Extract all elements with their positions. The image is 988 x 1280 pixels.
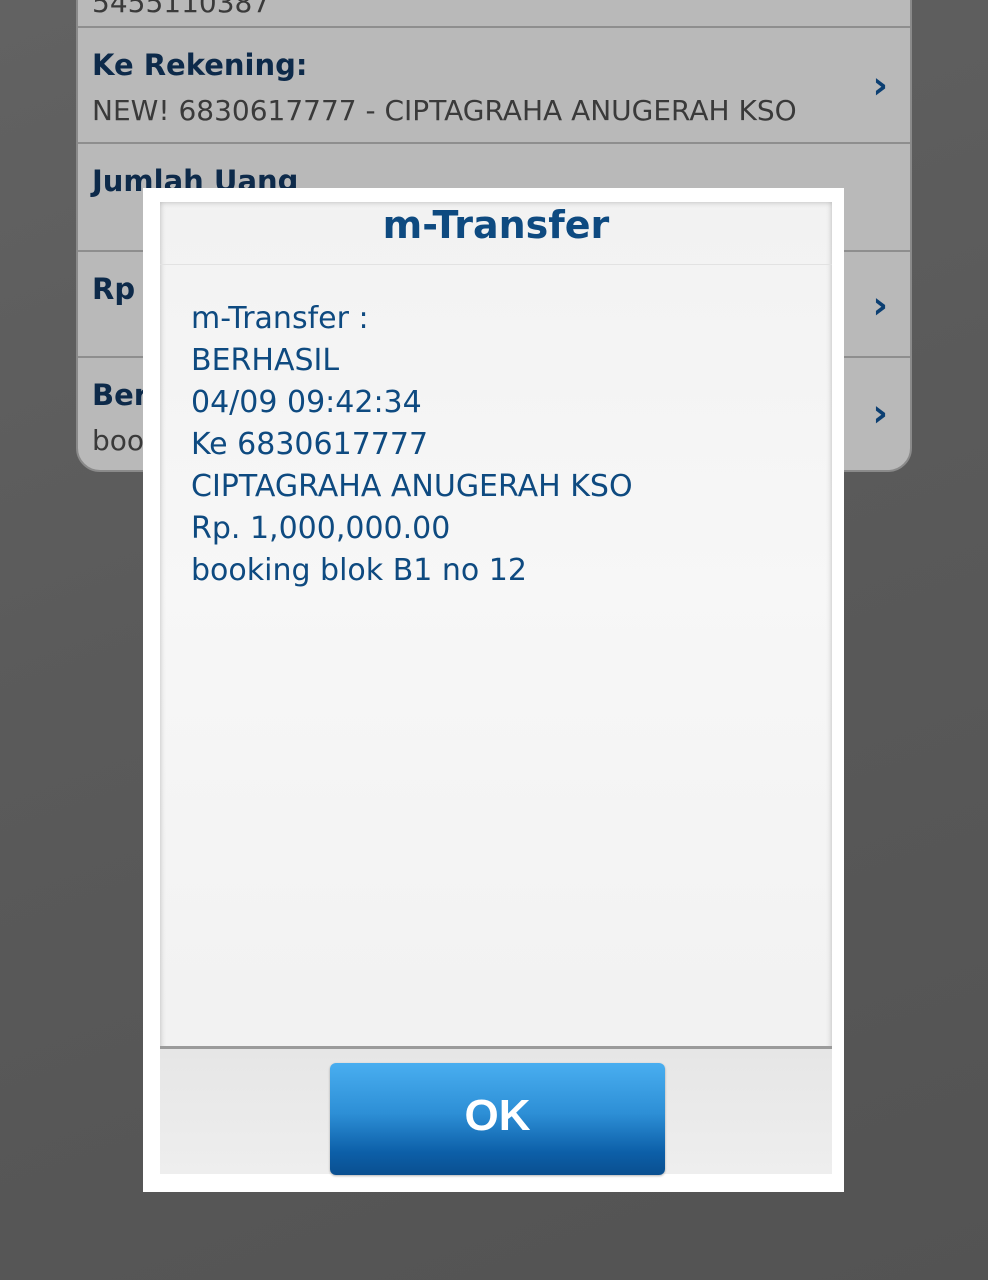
message-note: booking blok B1 no 12	[191, 553, 527, 588]
chevron-right-icon[interactable]: ›	[872, 286, 888, 324]
dialog-title: m-Transfer	[160, 202, 832, 265]
description-label: Ber	[92, 378, 149, 412]
chevron-right-icon[interactable]: ›	[872, 394, 888, 432]
currency-label: Rp	[92, 272, 136, 306]
source-account-row[interactable]: 5455110387	[78, 0, 910, 28]
dialog-message: m-Transfer : BERHASIL 04/09 09:42:34 Ke …	[191, 298, 811, 592]
source-account-value: 5455110387	[92, 0, 271, 19]
dialog-panel: m-Transfer m-Transfer : BERHASIL 04/09 0…	[160, 202, 832, 1175]
message-heading: m-Transfer :	[191, 301, 369, 336]
message-recipient-name: CIPTAGRAHA ANUGERAH KSO	[191, 469, 633, 504]
destination-account-row[interactable]: Ke Rekening: NEW! 6830617777 - CIPTAGRAH…	[78, 28, 910, 144]
message-amount: Rp. 1,000,000.00	[191, 511, 451, 546]
message-status: BERHASIL	[191, 343, 340, 378]
chevron-right-icon[interactable]: ›	[872, 66, 888, 104]
destination-account-value: NEW! 6830617777 - CIPTAGRAHA ANUGERAH KS…	[92, 94, 797, 127]
transfer-result-dialog: m-Transfer m-Transfer : BERHASIL 04/09 0…	[143, 188, 844, 1192]
message-timestamp: 04/09 09:42:34	[191, 385, 422, 420]
dialog-footer: OK	[160, 1046, 832, 1175]
ok-button[interactable]: OK	[330, 1063, 665, 1175]
destination-account-label: Ke Rekening:	[92, 48, 308, 82]
message-destination-account: Ke 6830617777	[191, 427, 429, 462]
